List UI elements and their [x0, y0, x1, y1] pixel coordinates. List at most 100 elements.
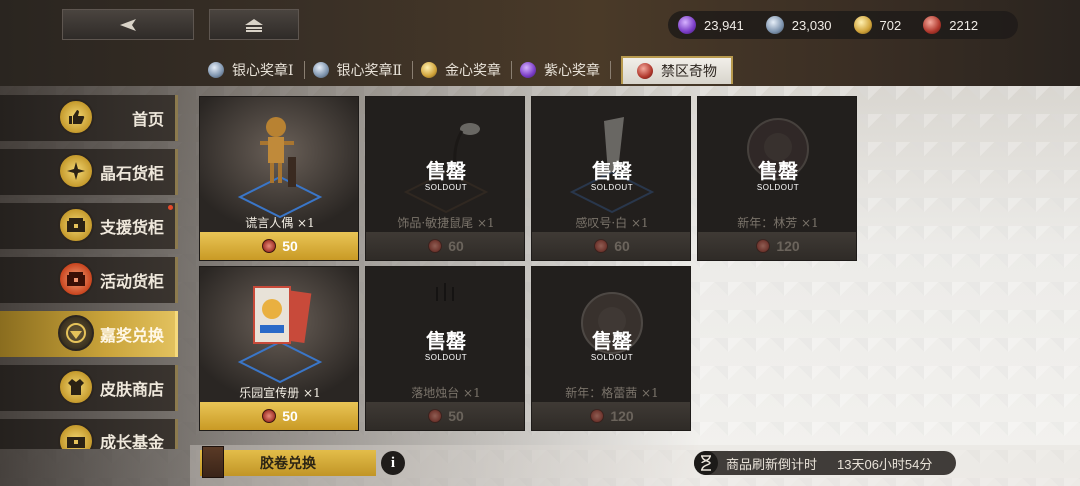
red-coin-icon [428, 239, 443, 253]
shop-item-card[interactable]: 谎言人偶 ×1 50 [199, 96, 359, 261]
sidebar-item-home[interactable]: 首页 [0, 95, 178, 141]
sidebar-item-skin-shop[interactable]: 皮肤商店 [0, 365, 178, 411]
red-coin-icon [590, 409, 605, 423]
price-button[interactable]: 50 [200, 232, 358, 260]
tab-silver-medal-2[interactable]: 银心奖章Ⅱ [305, 56, 413, 84]
gold-gem-icon [853, 16, 872, 34]
sold-out-label: 售罄 [758, 159, 798, 183]
currency-bar: 23,941 23,030 702 2212 [668, 11, 1018, 39]
silver-gem-icon [765, 16, 784, 34]
sold-out-label: 售罄 [592, 329, 632, 353]
sold-out-sublabel: SOLDOUT [590, 183, 634, 192]
currency-value: 23,030 [791, 17, 832, 33]
sidebar-item-event[interactable]: 活动货柜 [0, 257, 178, 303]
item-price: 50 [282, 238, 298, 254]
park-brochure-image [200, 267, 358, 402]
price-button: 120 [532, 402, 690, 430]
shop-item-card[interactable]: 乐园宣传册 ×1 50 [199, 266, 359, 431]
sidebar-item-label: 活动货柜 [100, 272, 165, 291]
event-box-icon [58, 261, 94, 297]
sidebar-item-label: 嘉奖兑换 [100, 326, 165, 345]
tab-forbidden-zone[interactable]: 禁区奇物 [621, 56, 734, 84]
tab-label: 紫心奖章 [544, 63, 601, 79]
currency-value: 23,941 [704, 17, 744, 33]
item-name: 谎言人偶 ×1 [245, 216, 315, 230]
item-name: 新年：格蕾茜 ×1 [565, 386, 659, 400]
item-name: 落地烛台 ×1 [411, 386, 481, 400]
price-button: 50 [366, 402, 524, 430]
sidebar-item-growth-fund[interactable]: 成长基金 [0, 419, 178, 449]
crystal-icon [58, 153, 94, 189]
notification-dot [168, 205, 173, 210]
item-name: 感叹号·白 ×1 [575, 216, 649, 230]
red-coin-icon [756, 239, 771, 253]
tab-purple-medal[interactable]: 紫心奖章 [512, 56, 610, 84]
red-coin-icon [428, 409, 443, 423]
fund-icon [58, 423, 94, 449]
silver-heart-icon [312, 62, 329, 78]
red-coin-icon [262, 239, 277, 253]
item-price: 50 [448, 408, 464, 424]
sold-out-label: 售罄 [426, 159, 466, 183]
purple-heart-icon [520, 62, 537, 78]
price-button[interactable]: 50 [200, 402, 358, 430]
outfit-icon [58, 369, 94, 405]
puppet-doll-image [200, 97, 358, 232]
tab-gold-medal[interactable]: 金心奖章 [413, 56, 511, 84]
support-box-icon [58, 207, 94, 243]
info-icon: i [390, 454, 396, 471]
sold-out-label: 售罄 [426, 329, 466, 353]
sold-out-sublabel: SOLDOUT [424, 353, 468, 362]
item-name: 乐园宣传册 ×1 [239, 386, 321, 400]
currency-gold[interactable]: 702 [853, 16, 902, 34]
shop-item-card[interactable]: 售罄 SOLDOUT 新年：格蕾茜 ×1 120 [531, 266, 691, 431]
red-coin-icon [637, 63, 654, 79]
currency-value: 702 [879, 17, 902, 33]
home-button[interactable] [209, 9, 299, 40]
tab-divider [610, 61, 612, 79]
sold-out-sublabel: SOLDOUT [756, 183, 800, 192]
sidebar-item-crystal[interactable]: 晶石货柜 [0, 149, 178, 195]
purple-gem-icon [678, 16, 696, 34]
refresh-label: 商品刷新倒计时 [726, 457, 818, 473]
silver-heart-icon [208, 62, 224, 78]
currency-value: 2212 [949, 17, 979, 33]
currency-silver[interactable]: 23,030 [765, 16, 832, 34]
back-arrow-icon [120, 18, 136, 31]
film-roll-icon [202, 446, 224, 478]
shop-item-card[interactable]: 售罄 SOLDOUT 落地烛台 ×1 50 [365, 266, 525, 431]
back-button[interactable] [62, 9, 194, 40]
home-icon [245, 18, 263, 32]
film-exchange-label: 胶卷兑换 [260, 456, 316, 472]
sold-out-sublabel: SOLDOUT [424, 183, 468, 192]
gold-heart-icon [421, 62, 438, 78]
thumbs-up-icon [58, 99, 94, 135]
tab-silver-medal-1[interactable]: 银心奖章Ⅰ [200, 56, 304, 84]
refresh-countdown: 商品刷新倒计时 13天06小时54分 [694, 451, 956, 475]
shop-item-card[interactable]: 售罄 SOLDOUT 饰品·敏捷鼠尾 ×1 60 [365, 96, 525, 261]
currency-purple[interactable]: 23,941 [678, 16, 744, 34]
refresh-timer: 13天06小时54分 [837, 456, 933, 472]
sidebar-item-label: 皮肤商店 [100, 380, 165, 399]
shop-item-card[interactable]: 售罄 SOLDOUT 新年：林芳 ×1 120 [697, 96, 857, 261]
tab-label: 银心奖章Ⅰ [232, 63, 294, 79]
red-coin-icon [594, 239, 609, 253]
item-name: 新年：林芳 ×1 [737, 216, 819, 230]
price-button: 120 [698, 232, 856, 260]
item-price: 120 [776, 238, 800, 254]
film-exchange-button[interactable]: 胶卷兑换 [200, 446, 376, 478]
sidebar-item-medal-exchange[interactable]: 嘉奖兑换 [0, 311, 178, 357]
sidebar-item-label: 晶石货柜 [100, 164, 165, 183]
red-coin-icon [923, 16, 942, 34]
sidebar-item-support[interactable]: 支援货柜 [0, 203, 178, 249]
currency-red[interactable]: 2212 [923, 16, 978, 34]
emblem-icon [58, 315, 94, 351]
sidebar-item-label: 首页 [132, 110, 165, 129]
item-price: 50 [282, 408, 298, 424]
item-price: 120 [610, 408, 634, 424]
item-price: 60 [448, 238, 464, 254]
info-button[interactable]: i [381, 451, 405, 475]
sold-out-sublabel: SOLDOUT [590, 353, 634, 362]
shop-item-card[interactable]: 售罄 SOLDOUT 感叹号·白 ×1 60 [531, 96, 691, 261]
sidebar-item-label: 支援货柜 [100, 218, 165, 237]
